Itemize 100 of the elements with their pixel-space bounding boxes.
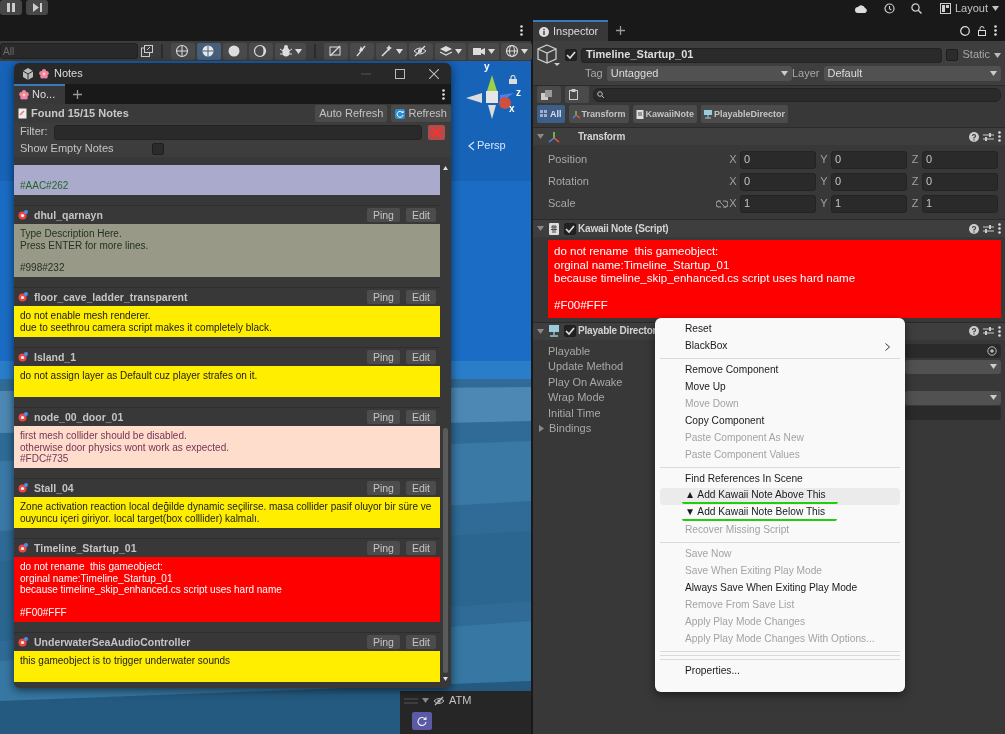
layout-dropdown[interactable]: Layout <box>937 1 1001 16</box>
menu-item[interactable]: Copy Component <box>660 413 900 430</box>
plus-icon[interactable] <box>73 89 83 99</box>
number-field[interactable]: 0 <box>831 173 907 191</box>
view-label[interactable]: Persp <box>477 139 506 153</box>
menu-item[interactable]: Remove Component <box>660 362 900 379</box>
enabled-checkbox[interactable] <box>564 325 576 337</box>
scene-tool-button[interactable] <box>249 42 273 60</box>
ping-button[interactable]: Ping <box>366 410 400 425</box>
presets-icon[interactable] <box>983 131 994 142</box>
presets-icon[interactable] <box>983 223 994 234</box>
scene-tool-button[interactable] <box>350 42 374 60</box>
more-icon[interactable] <box>994 25 997 36</box>
object-name[interactable]: node_00_door_01 <box>34 411 361 424</box>
scene-tool-button[interactable] <box>324 42 348 60</box>
menu-item[interactable]: Reset <box>660 321 900 338</box>
search-field[interactable] <box>593 87 1001 102</box>
tag-dropdown[interactable]: Untagged <box>606 66 792 81</box>
edit-button[interactable]: Edit <box>405 290 436 305</box>
menu-item[interactable]: ▼ Add Kawaii Note Below This <box>660 505 900 522</box>
scene-tool-button[interactable] <box>171 42 195 60</box>
object-name[interactable]: Timeline_Startup_01 <box>34 542 361 555</box>
scene-tool-button[interactable] <box>275 42 306 60</box>
number-field[interactable]: 0 <box>922 173 998 191</box>
layer-dropdown[interactable]: Default <box>823 66 1001 81</box>
object-name[interactable]: dhul_qarnayn <box>34 209 361 222</box>
object-name[interactable]: Stall_04 <box>34 482 361 495</box>
active-checkbox[interactable] <box>565 49 577 61</box>
object-field[interactable] <box>905 344 1001 359</box>
number-field[interactable]: 1 <box>740 195 816 213</box>
filter-field[interactable] <box>53 124 422 140</box>
drag-handle-icon[interactable] <box>404 697 418 704</box>
edit-button[interactable]: Edit <box>405 410 436 425</box>
checkbox[interactable] <box>151 143 164 155</box>
clear-button[interactable] <box>428 124 445 140</box>
scene-tool-button[interactable] <box>435 42 466 60</box>
menu-item[interactable]: BlackBox <box>660 338 900 355</box>
edit-button[interactable]: Edit <box>405 481 436 496</box>
menu-item[interactable]: ▲ Add Kawaii Note Above This <box>660 488 900 505</box>
enabled-checkbox[interactable] <box>564 222 576 235</box>
foldout-label[interactable]: Bindings <box>549 422 592 436</box>
history-icon[interactable] <box>883 3 895 14</box>
auto-refresh-button[interactable]: Auto Refresh <box>315 105 388 122</box>
number-field[interactable] <box>905 406 1001 421</box>
filter-chip[interactable]: Transform <box>568 105 629 123</box>
more-icon[interactable] <box>998 223 1001 234</box>
name-field[interactable]: Timeline_Startup_01 <box>581 47 943 63</box>
collapse-triangle-icon[interactable] <box>537 225 544 232</box>
ping-button[interactable]: Ping <box>366 481 400 496</box>
pause-button[interactable] <box>0 0 22 15</box>
paste-button[interactable] <box>565 86 589 103</box>
copy-button[interactable] <box>537 86 561 103</box>
expand-triangle-icon[interactable] <box>538 425 545 433</box>
object-name[interactable]: Island_1 <box>34 351 361 364</box>
plus-icon[interactable] <box>616 26 626 35</box>
scrollbar[interactable] <box>441 163 450 685</box>
scene-tool-button[interactable] <box>376 42 407 60</box>
scene-tool-button[interactable] <box>468 42 499 60</box>
refresh-button[interactable] <box>412 712 432 731</box>
search-field[interactable]: All <box>0 43 138 59</box>
unlink-icon[interactable] <box>716 199 728 209</box>
static-checkbox[interactable] <box>946 49 959 61</box>
close-icon[interactable] <box>429 68 439 79</box>
object-name[interactable]: floor_cave_ladder_transparent <box>34 291 361 304</box>
more-icon[interactable] <box>998 325 1001 337</box>
menu-item[interactable]: Properties... <box>660 663 900 680</box>
presets-icon[interactable] <box>983 326 994 336</box>
object-name[interactable]: UnderwaterSeaAudioController <box>34 635 361 649</box>
help-icon[interactable] <box>969 131 979 142</box>
ping-button[interactable]: Ping <box>366 634 400 649</box>
edit-button[interactable]: Edit <box>405 634 436 649</box>
help-icon[interactable] <box>969 223 979 234</box>
ping-button[interactable]: Ping <box>366 350 400 365</box>
circle-icon[interactable] <box>960 25 970 36</box>
help-icon[interactable] <box>969 326 979 336</box>
number-field[interactable]: 0 <box>740 173 816 191</box>
scene-search-icon[interactable] <box>141 45 153 57</box>
scene-tool-button[interactable] <box>409 42 433 60</box>
collapse-triangle-icon[interactable] <box>537 133 544 140</box>
ping-button[interactable]: Ping <box>366 290 400 305</box>
edit-button[interactable]: Edit <box>405 350 436 365</box>
scene-tool-button[interactable] <box>501 42 532 60</box>
number-field[interactable]: 0 <box>922 151 998 169</box>
number-field[interactable]: 1 <box>922 195 998 213</box>
search-icon[interactable] <box>910 3 922 14</box>
inspector-tab[interactable]: Inspector <box>533 20 609 41</box>
ping-button[interactable]: Ping <box>366 541 400 556</box>
collapse-triangle-icon[interactable] <box>537 327 544 335</box>
menu-item[interactable]: Always Save When Exiting Play Mode <box>660 580 900 597</box>
filter-chip[interactable]: PlayableDirector <box>701 105 789 123</box>
menu-item[interactable]: Move Up <box>660 379 900 396</box>
number-field[interactable]: 0 <box>740 151 816 169</box>
more-icon[interactable] <box>442 88 445 100</box>
cloud-icon[interactable] <box>854 4 868 13</box>
step-button[interactable] <box>26 0 48 15</box>
target-icon[interactable] <box>987 346 997 357</box>
scene-tool-button[interactable] <box>197 42 221 60</box>
menu-item[interactable]: Find References In Scene <box>660 471 900 488</box>
filter-chip[interactable]: All <box>537 105 565 123</box>
edit-button[interactable]: Edit <box>405 208 436 223</box>
